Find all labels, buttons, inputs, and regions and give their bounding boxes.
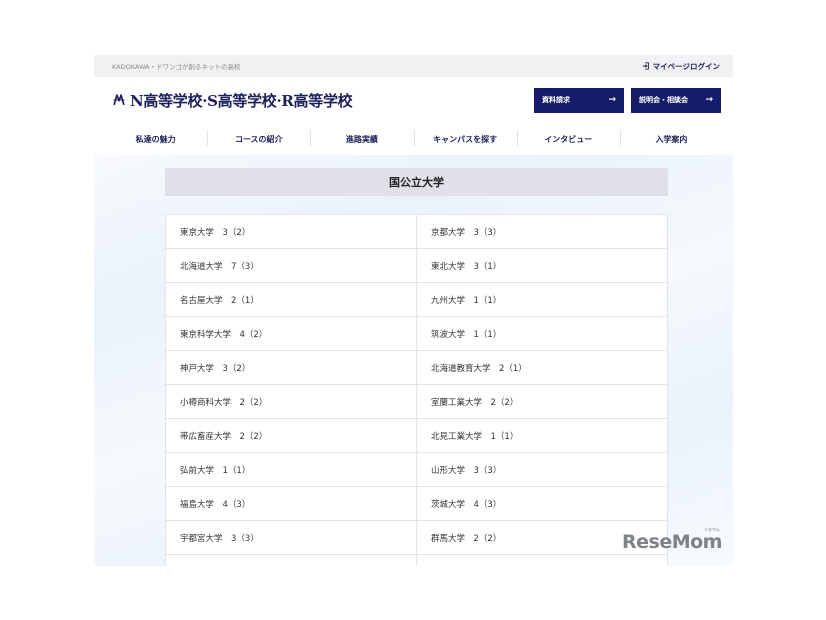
table-cell: 弘前大学 1（1） <box>165 453 417 486</box>
info-session-button[interactable]: 説明会・相談会 → <box>631 87 721 113</box>
arrow-right-icon: → <box>705 95 713 105</box>
table-row: 帯広畜産大学 2（2） 北見工業大学 1（1） <box>165 419 668 453</box>
nav-item-courses[interactable]: コースの紹介 <box>207 129 310 146</box>
table-cell <box>165 555 417 566</box>
table-cell: 帯広畜産大学 2（2） <box>165 419 417 452</box>
arrow-right-icon: → <box>608 95 616 105</box>
logo-text: N高等学校·S高等学校·R高等学校 <box>130 91 353 110</box>
logo-mark-icon <box>113 94 125 106</box>
tagline: KADOKAWA・ドワンゴが創るネットの高校 <box>112 63 241 71</box>
table-cell: 京都大学 3（3） <box>417 215 668 248</box>
section-title: 国公立大学 <box>165 168 668 196</box>
watermark-text: ReseMom <box>622 531 722 553</box>
nav-item-campus[interactable]: キャンパスを探す <box>413 129 517 146</box>
table-row: 宇都宮大学 3（3） 群馬大学 2（2） <box>165 521 668 555</box>
table-row: 北海道大学 7（3） 東北大学 3（1） <box>165 249 668 283</box>
cta-group: 資料請求 → 説明会・相談会 → <box>534 87 721 113</box>
resemom-watermark: ReseMom リセマム <box>622 527 722 553</box>
table-row: 小樽商科大学 2（2） 室蘭工業大学 2（2） <box>165 385 668 419</box>
table-cell: 東京大学 3（2） <box>165 215 417 248</box>
page-frame: KADOKAWA・ドワンゴが創るネットの高校 マイページログイン N高等学校·S… <box>94 55 733 566</box>
table-row: 名古屋大学 2（1） 九州大学 1（1） <box>165 283 668 317</box>
nav-item-appeal[interactable]: 私達の魅力 <box>104 134 207 145</box>
site-header: N高等学校·S高等学校·R高等学校 資料請求 → 説明会・相談会 → <box>94 77 733 123</box>
login-label: マイページログイン <box>652 61 720 71</box>
mypage-login-link[interactable]: マイページログイン <box>642 61 720 72</box>
site-logo[interactable]: N高等学校·S高等学校·R高等学校 <box>112 90 353 111</box>
table-row: 東京科学大学 4（2） 筑波大学 1（1） <box>165 317 668 351</box>
table-row: 東京大学 3（2） 京都大学 3（3） <box>165 215 668 249</box>
table-cell: 茨城大学 4（3） <box>417 487 668 520</box>
utility-bar: KADOKAWA・ドワンゴが創るネットの高校 マイページログイン <box>94 55 733 77</box>
table-cell: 東北大学 3（1） <box>417 249 668 282</box>
login-icon <box>642 62 649 70</box>
nav-item-interview[interactable]: インタビュー <box>516 129 620 146</box>
table-cell: 宇都宮大学 3（3） <box>165 521 417 554</box>
table-cell: 名古屋大学 2（1） <box>165 283 417 316</box>
table-row: 神戸大学 3（2） 北海道教育大学 2（1） <box>165 351 668 385</box>
nav-item-results[interactable]: 進路実績 <box>310 129 413 146</box>
nav-item-admission[interactable]: 入学案内 <box>619 129 723 146</box>
table-row: 弘前大学 1（1） 山形大学 3（3） <box>165 453 668 487</box>
table-cell: 北見工業大学 1（1） <box>417 419 668 452</box>
table-cell: 山形大学 3（3） <box>417 453 668 486</box>
university-table: 東京大学 3（2） 京都大学 3（3） 北海道大学 7（3） 東北大学 3（1）… <box>165 214 668 566</box>
table-cell: 九州大学 1（1） <box>417 283 668 316</box>
table-cell: 福島大学 4（3） <box>165 487 417 520</box>
info-session-label: 説明会・相談会 <box>639 96 688 104</box>
table-cell: 小樽商科大学 2（2） <box>165 385 417 418</box>
watermark-reading: リセマム <box>703 527 720 532</box>
table-cell: 室蘭工業大学 2（2） <box>417 385 668 418</box>
global-nav: 私達の魅力 コースの紹介 進路実績 キャンパスを探す インタビュー 入学案内 <box>94 123 733 155</box>
request-docs-label: 資料請求 <box>542 96 570 104</box>
table-cell <box>417 555 668 566</box>
request-docs-button[interactable]: 資料請求 → <box>534 87 624 113</box>
table-cell: 北海道教育大学 2（1） <box>417 351 668 384</box>
table-cell: 北海道大学 7（3） <box>165 249 417 282</box>
table-row <box>165 555 668 566</box>
table-row: 福島大学 4（3） 茨城大学 4（3） <box>165 487 668 521</box>
table-cell: 東京科学大学 4（2） <box>165 317 417 350</box>
table-cell: 神戸大学 3（2） <box>165 351 417 384</box>
main-content: 国公立大学 東京大学 3（2） 京都大学 3（3） 北海道大学 7（3） 東北大… <box>94 155 733 566</box>
table-cell: 筑波大学 1（1） <box>417 317 668 350</box>
